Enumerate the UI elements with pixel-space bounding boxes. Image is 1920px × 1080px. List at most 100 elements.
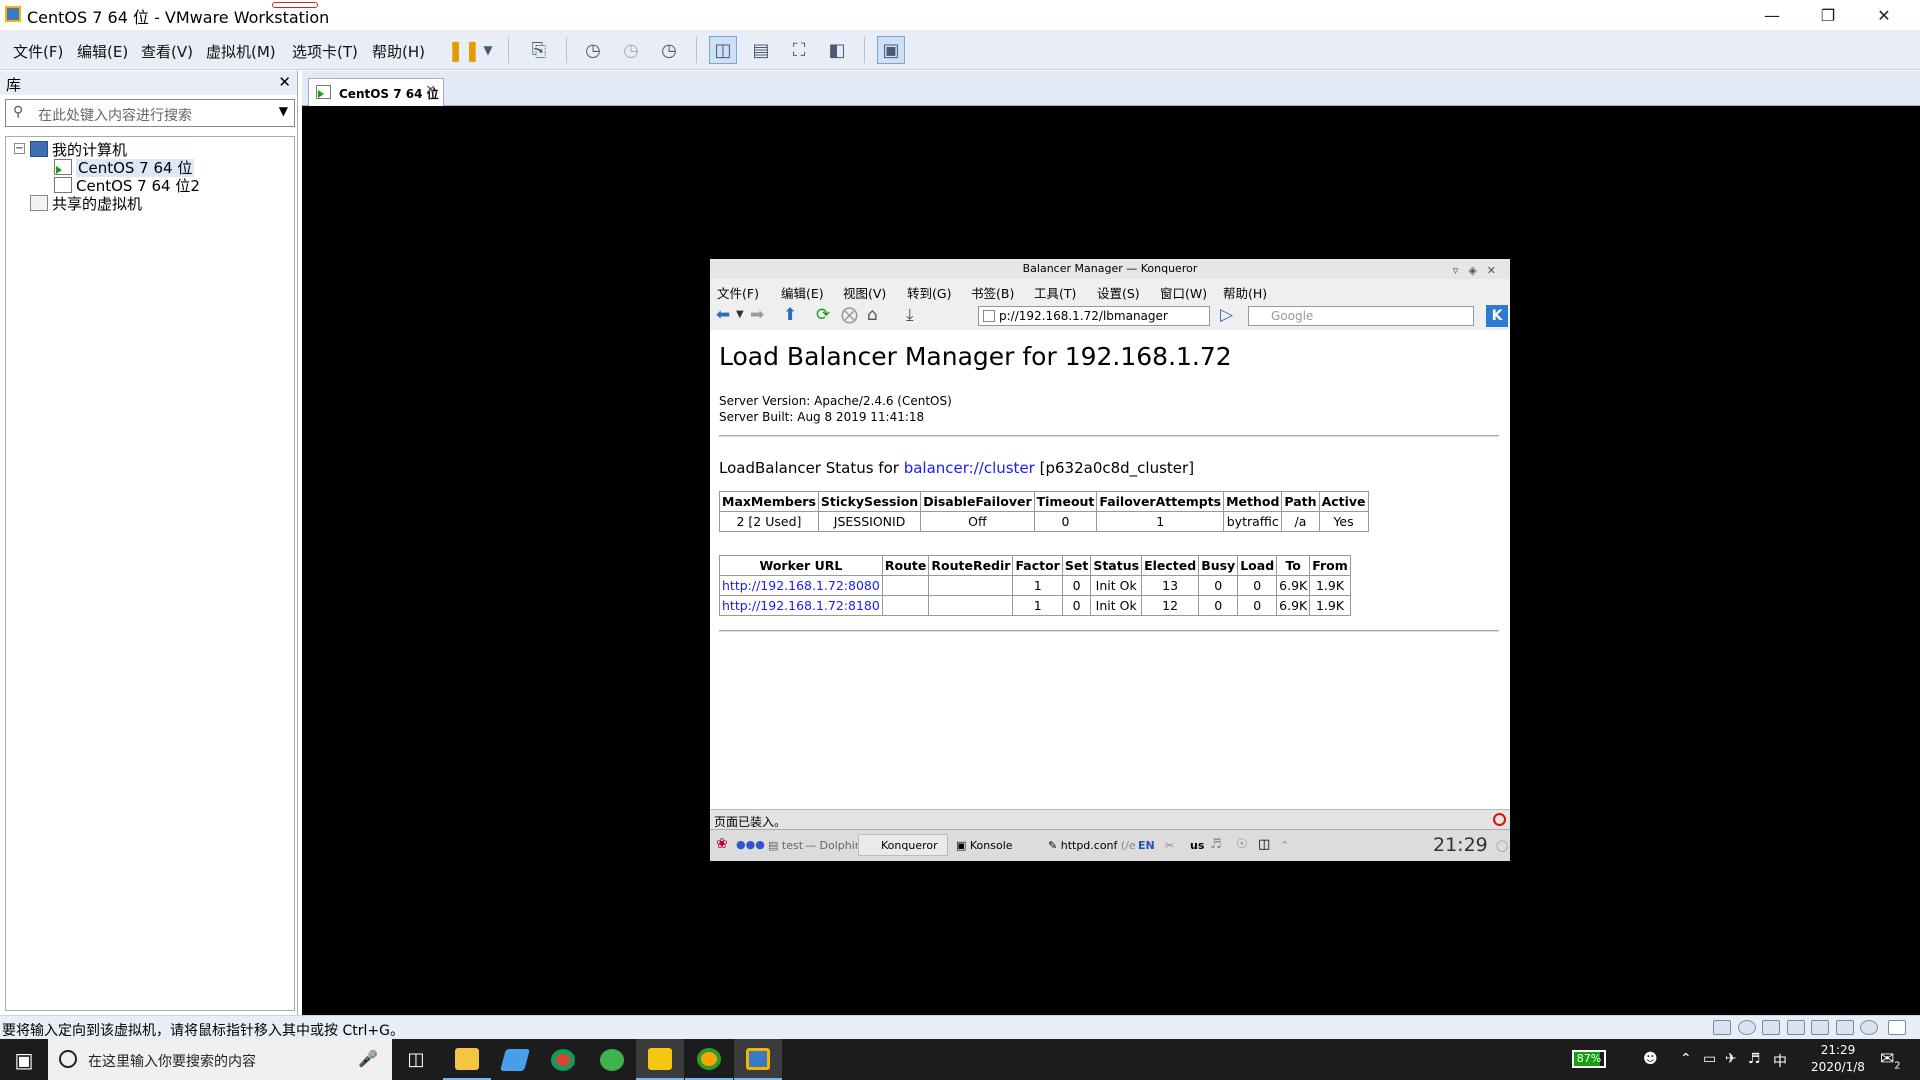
search-dropdown-icon[interactable]: ▼	[279, 104, 288, 118]
menu-file[interactable]: 文件(F)	[13, 41, 63, 62]
panel-clock[interactable]: 21:29	[1433, 834, 1488, 856]
konqueror-window[interactable]: Balancer Manager — Konqueror ▿◈✕ 文件(F) 编…	[710, 259, 1510, 861]
k-menu-bookmarks[interactable]: 书签(B)	[971, 283, 1014, 302]
powerbi-icon[interactable]	[636, 1039, 684, 1080]
download-icon[interactable]: ⤓	[906, 305, 914, 325]
pager-icon[interactable]: ●●●	[736, 838, 765, 851]
network-adapter-icon[interactable]	[1762, 1020, 1780, 1035]
ime-indicator[interactable]: 中	[1773, 1051, 1787, 1071]
balancer-link[interactable]: balancer://cluster	[904, 459, 1035, 477]
chrome-icon[interactable]	[539, 1039, 587, 1080]
panel-task-test[interactable]: ▤ test	[768, 839, 803, 852]
restore-button[interactable]: ❐	[1800, 0, 1856, 30]
menu-help[interactable]: 帮助(H)	[372, 41, 425, 62]
panel-task-konsole[interactable]: ▣ Konsole	[956, 839, 1013, 852]
k-menu-window[interactable]: 窗口(W)	[1160, 283, 1207, 302]
k-menu-tools[interactable]: 工具(T)	[1034, 283, 1076, 302]
table-header: Path	[1281, 491, 1320, 512]
table-cell: 0	[1061, 595, 1092, 616]
unity-mode-icon[interactable]: ◧	[823, 36, 851, 64]
up-icon[interactable]: ⬆	[783, 305, 797, 325]
battery-tray-icon[interactable]: ▭	[1703, 1051, 1716, 1067]
vmware-taskbar-icon[interactable]	[734, 1039, 782, 1080]
pause-icon[interactable]: ❚❚	[447, 36, 481, 64]
web-search-input[interactable]: Google	[1248, 306, 1474, 326]
tree-shared-vms[interactable]: 共享的虚拟机	[30, 193, 142, 214]
go-icon[interactable]: ▷	[1220, 305, 1233, 325]
close-button[interactable]: ✕	[1856, 0, 1912, 30]
printer-icon[interactable]	[1811, 1020, 1829, 1035]
send-ctrl-alt-del-icon[interactable]: ⎘	[525, 36, 553, 64]
worker-url-link[interactable]: http://192.168.1.72:8080	[719, 575, 883, 596]
kde-menu-icon[interactable]: ❀	[716, 836, 728, 852]
snapshot-revert-icon[interactable]: ◷	[617, 36, 645, 64]
task-view-icon[interactable]: ◫	[392, 1039, 440, 1080]
cd-dvd-icon[interactable]	[1738, 1020, 1756, 1035]
k-menu-go[interactable]: 转到(G)	[907, 283, 951, 302]
klipper-icon[interactable]: ✂	[1165, 839, 1174, 852]
panel-task-httpd[interactable]: ✎ httpd.conf (/e	[1048, 839, 1136, 852]
security-indicator-icon[interactable]	[1493, 813, 1506, 826]
volume-tray-icon[interactable]: ♬	[1748, 1051, 1761, 1067]
back-icon[interactable]: ⬅	[716, 305, 730, 325]
keyboard-layout[interactable]: us	[1190, 839, 1204, 852]
k-menu-view[interactable]: 视图(V)	[843, 283, 886, 302]
usb-controller-icon[interactable]	[1787, 1020, 1805, 1035]
close-library-icon[interactable]: ✕	[278, 73, 291, 91]
menu-tabs[interactable]: 选项卡(T)	[292, 41, 358, 62]
snapshot-manager-icon[interactable]: ◷	[655, 36, 683, 64]
k-menu-file[interactable]: 文件(F)	[717, 283, 759, 302]
konqueror-toolbar: ⬅ ▼ ➡ ⬆ ⟳ ⨂ ⌂ ⤓ p://192.168.1.72/lbmanag…	[710, 301, 1510, 329]
display-icon[interactable]	[1860, 1020, 1878, 1035]
browser-360-icon[interactable]	[588, 1039, 636, 1080]
full-screen-icon[interactable]: ⛶	[785, 36, 813, 64]
message-log-icon[interactable]	[1888, 1020, 1906, 1035]
close-tab-icon[interactable]: ✕	[425, 83, 436, 98]
k-menu-edit[interactable]: 编辑(E)	[781, 283, 824, 302]
tab-centos[interactable]: CentOS 7 64 位 ✕	[308, 78, 444, 106]
snapshot-take-icon[interactable]: ◷	[579, 36, 607, 64]
konqueror-window-buttons[interactable]: ▿◈✕	[1453, 261, 1506, 281]
k-menu-settings[interactable]: 设置(S)	[1097, 283, 1140, 302]
show-thumbnail-bar-icon[interactable]: ▤	[747, 36, 775, 64]
windows-search-box[interactable]: 在这里输入你要搜索的内容 🎤	[48, 1039, 392, 1080]
menu-view[interactable]: 查看(V)	[141, 41, 193, 62]
reload-icon[interactable]: ⟳	[816, 305, 830, 325]
people-icon[interactable]: ☻	[1643, 1051, 1658, 1067]
collapse-icon[interactable]: −	[14, 143, 25, 154]
console-view-icon[interactable]: ▣	[877, 36, 905, 64]
battery-indicator[interactable]: 87%	[1572, 1050, 1606, 1068]
system-clock[interactable]: 21:29 2020/1/8	[1808, 1042, 1868, 1076]
library-search-input[interactable]: ⚲ 在此处键入内容进行搜索 ▼	[5, 99, 295, 127]
feedback-app-icon[interactable]	[491, 1039, 539, 1080]
menu-vm[interactable]: 虚拟机(M)	[206, 41, 276, 62]
stop-icon[interactable]: ⨂	[841, 305, 858, 325]
tray-expand-icon[interactable]: ⌃	[1280, 839, 1289, 852]
device-notifier-icon[interactable]: ◫	[1258, 837, 1270, 852]
url-input[interactable]: p://192.168.1.72/lbmanager	[978, 306, 1210, 326]
minimize-button[interactable]: —	[1744, 0, 1800, 30]
panel-cashew-icon[interactable]: ◯	[1496, 839, 1508, 852]
show-library-icon[interactable]: ◫	[709, 36, 737, 64]
hard-disk-icon[interactable]	[1713, 1020, 1731, 1035]
menu-edit[interactable]: 编辑(E)	[77, 41, 128, 62]
forward-icon[interactable]: ➡	[750, 305, 764, 325]
network-icon[interactable]: ☉	[1236, 837, 1248, 852]
microphone-icon[interactable]: 🎤	[358, 1049, 378, 1068]
show-hidden-icons-icon[interactable]: ⌃	[1680, 1051, 1692, 1067]
k-menu-help[interactable]: 帮助(H)	[1223, 283, 1267, 302]
sound-card-icon[interactable]	[1836, 1020, 1854, 1035]
panel-task-konqueror[interactable]: Konqueror	[858, 834, 948, 856]
back-dropdown-icon[interactable]: ▼	[736, 309, 744, 320]
worker-url-link[interactable]: http://192.168.1.72:8180	[719, 595, 883, 616]
pause-dropdown-icon[interactable]: ▼	[478, 36, 498, 64]
file-explorer-icon[interactable]	[443, 1039, 491, 1080]
volume-icon[interactable]: ♬	[1210, 837, 1222, 852]
keyboard-lang[interactable]: EN	[1138, 839, 1155, 852]
windows-start-icon[interactable]: ▣	[0, 1039, 48, 1080]
action-center-icon[interactable]: ✉2	[1880, 1049, 1901, 1071]
home-icon[interactable]: ⌂	[867, 305, 878, 325]
app-orange-icon[interactable]	[685, 1039, 733, 1080]
network-tray-icon[interactable]: ✈	[1725, 1051, 1737, 1067]
panel-task-dolphin[interactable]: — Dolphin	[805, 839, 862, 852]
